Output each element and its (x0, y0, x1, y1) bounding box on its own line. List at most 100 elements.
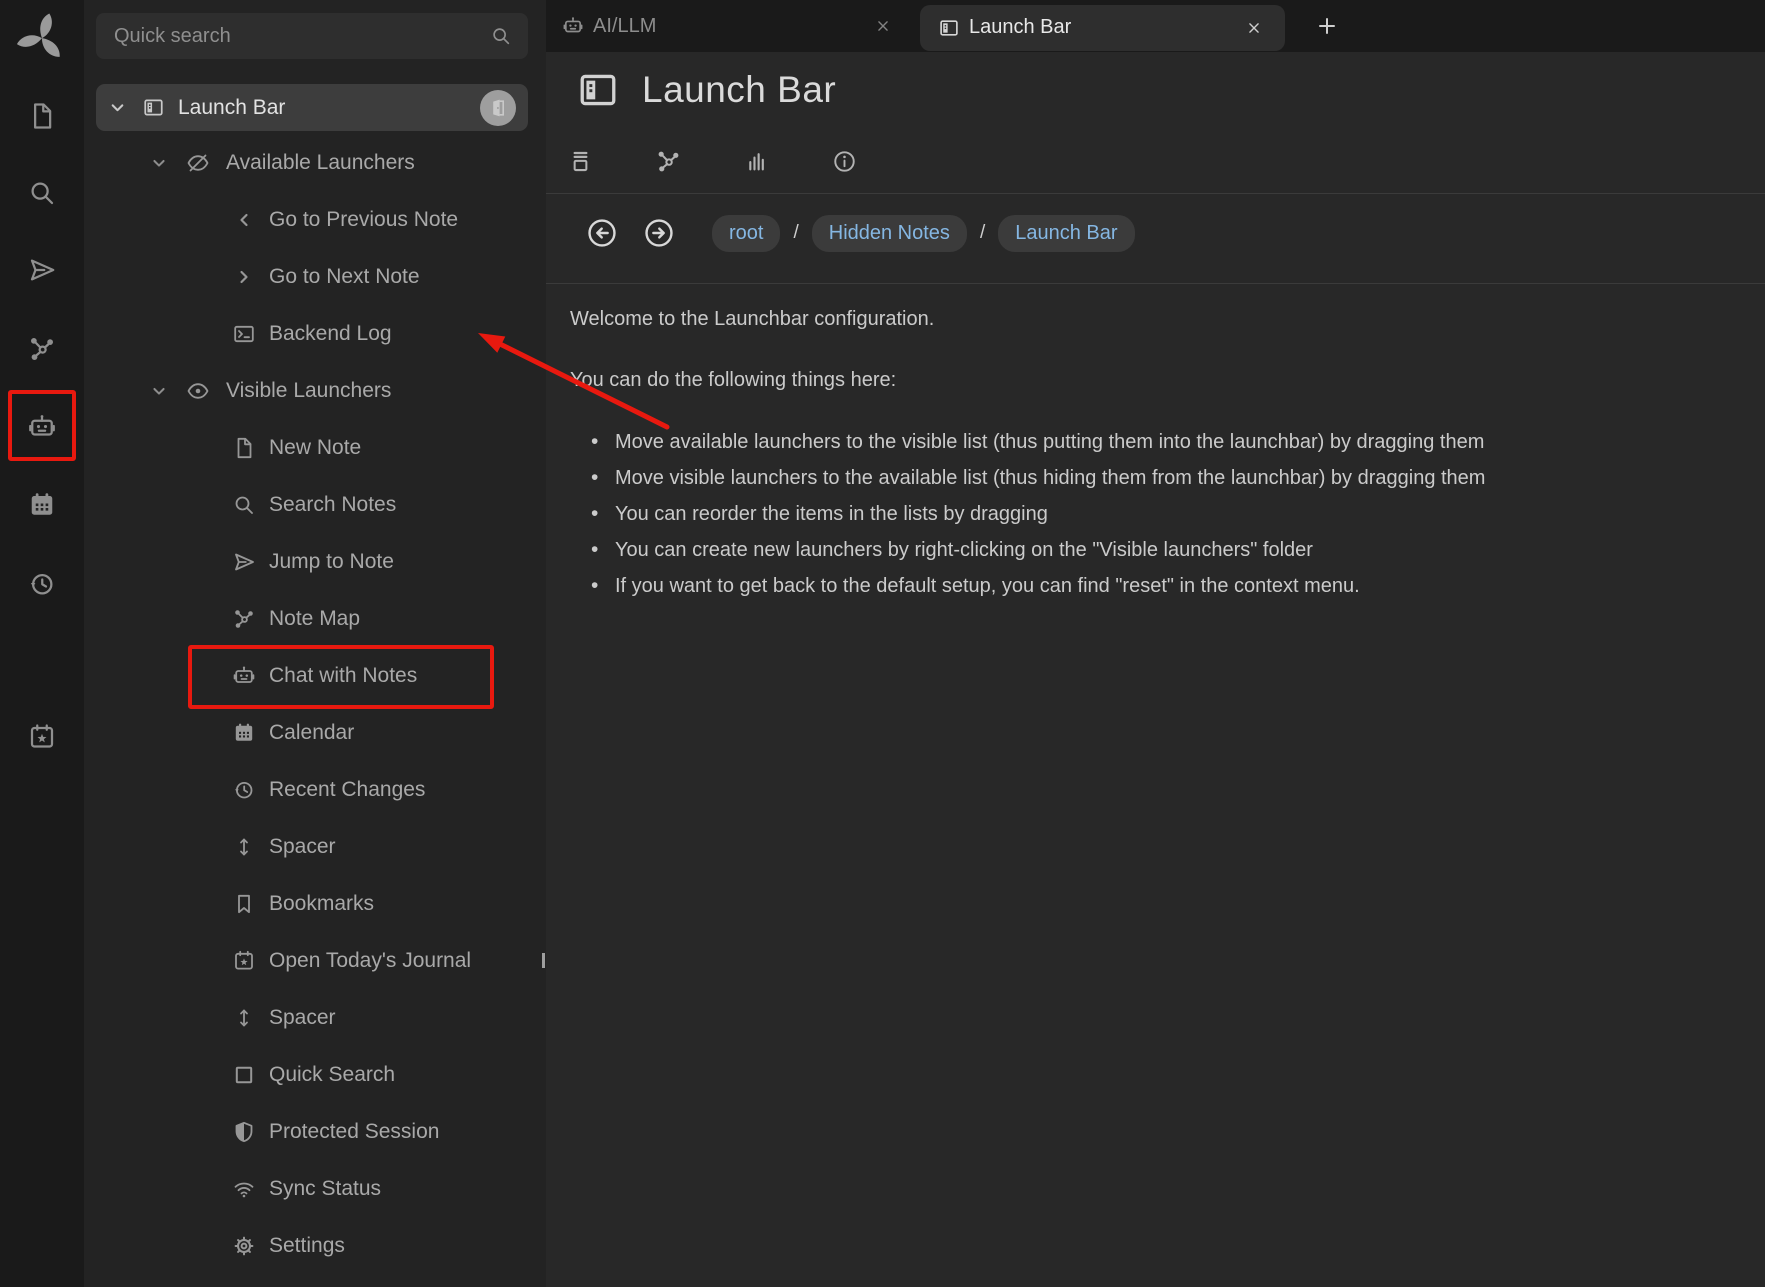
robot-icon (232, 664, 256, 688)
archive-icon (567, 148, 594, 175)
tree-item-label: Jump to Note (269, 550, 394, 574)
tree-item-label: Backend Log (269, 322, 392, 346)
divider (546, 283, 1765, 284)
tree-item-label: Available Launchers (226, 151, 415, 175)
tree-item-label: Recent Changes (269, 778, 425, 802)
launch-bar-icon (576, 68, 620, 112)
chevron-down-icon[interactable] (148, 380, 170, 402)
tab-label: AI/LLM (593, 15, 656, 38)
tree-item-label: Open Today's Journal (269, 949, 471, 973)
eye-icon (186, 379, 210, 403)
tree-item-jump-to-note[interactable]: Jump to Note (84, 533, 546, 590)
tab-launch-bar[interactable]: Launch Bar (920, 5, 1285, 51)
tree-item-new-note[interactable]: New Note (84, 419, 546, 476)
chevron-down-icon[interactable] (106, 96, 129, 119)
launcher-bar (0, 0, 84, 1287)
search-icon (27, 178, 57, 208)
bar-chart-icon (743, 148, 770, 175)
quick-search-input[interactable] (114, 25, 490, 48)
note-map-icon (655, 148, 682, 175)
gear-icon (232, 1234, 256, 1258)
spacer-icon (232, 835, 256, 859)
terminal-icon (232, 322, 256, 346)
tree-item-label: Settings (269, 1234, 345, 1258)
new-tab-button[interactable] (1312, 11, 1342, 41)
launcher-search[interactable] (0, 169, 84, 217)
instructions-list: Move available launchers to the visible … (591, 424, 1485, 604)
instruction-item: If you want to get back to the default s… (591, 568, 1485, 604)
calendar-icon (27, 490, 57, 520)
breadcrumb-separator: / (980, 222, 985, 244)
ribbon-note-map-button[interactable] (634, 144, 722, 178)
launcher-calendar[interactable] (0, 481, 84, 529)
robot-icon (562, 15, 584, 37)
tree-item-search-notes[interactable]: Search Notes (84, 476, 546, 533)
tree-item-visible-launchers[interactable]: Visible Launchers (84, 362, 546, 419)
breadcrumb: root/Hidden Notes/Launch Bar (546, 214, 1135, 252)
launcher-jump-to-note[interactable] (0, 246, 84, 294)
history-back-button[interactable] (585, 216, 619, 250)
trilium-logo-icon (16, 10, 68, 66)
ribbon-archive-button[interactable] (546, 144, 634, 178)
tree-item-label: Search Notes (269, 493, 396, 517)
launcher-recent-changes[interactable] (0, 560, 84, 608)
note-title[interactable]: Launch Bar (642, 69, 836, 111)
tree-item-bookmarks[interactable]: Bookmarks (84, 875, 546, 932)
ribbon-bar-chart-button[interactable] (722, 144, 810, 178)
tab-ai-llm[interactable]: AI/LLM (546, 0, 920, 52)
breadcrumb-launch-bar[interactable]: Launch Bar (998, 215, 1134, 252)
tree-item-label: Spacer (269, 1006, 336, 1030)
tree-item-label: Go to Next Note (269, 265, 420, 289)
tree-item-quick-search[interactable]: Quick Search (84, 1046, 546, 1103)
tree-item-note-map[interactable]: Note Map (84, 590, 546, 647)
tree-item-launch-bar-root[interactable]: Launch Bar (96, 84, 528, 131)
tree-item-backend-log[interactable]: Backend Log (84, 305, 546, 362)
wifi-icon (232, 1177, 256, 1201)
note-tree-sidebar: Launch Bar Available Launchers Go to Prev… (84, 0, 546, 1287)
breadcrumb-root[interactable]: root (712, 215, 780, 252)
launcher-note-map[interactable] (0, 325, 84, 373)
send-icon (27, 255, 57, 285)
tab-close-button[interactable] (874, 17, 892, 35)
file-icon (27, 101, 57, 131)
tab-label: Launch Bar (969, 16, 1071, 39)
tree-item-label: Launch Bar (178, 96, 285, 120)
quick-search-box[interactable] (96, 13, 528, 59)
shield-icon (232, 1120, 256, 1144)
tree-item-spacer[interactable]: Spacer (84, 989, 546, 1046)
tree-item-sync-status[interactable]: Sync Status (84, 1160, 546, 1217)
tree-item-label: Note Map (269, 607, 360, 631)
door-open-icon (486, 96, 510, 120)
file-icon (232, 436, 256, 460)
ribbon-info-button[interactable] (810, 144, 898, 178)
tree-item-available-launchers[interactable]: Available Launchers (84, 134, 546, 191)
plus-icon (1315, 14, 1339, 38)
history-forward-button[interactable] (642, 216, 676, 250)
tab-close-button[interactable] (1245, 19, 1263, 37)
close-icon (1247, 21, 1261, 35)
close-icon (876, 19, 890, 33)
tree-item-go-to-previous-note[interactable]: Go to Previous Note (84, 191, 546, 248)
launcher-chat-with-notes[interactable] (0, 403, 84, 451)
chevron-down-icon[interactable] (148, 152, 170, 174)
calendar-star-icon (232, 949, 256, 973)
instruction-item: You can reorder the items in the lists b… (591, 496, 1485, 532)
tree-item-chat-with-notes[interactable]: Chat with Notes (84, 647, 546, 704)
main-pane: AI/LLM Launch Bar Launch Bar root / Hidden… (546, 0, 1765, 1287)
square-icon (232, 1063, 256, 1087)
note-map-icon (232, 607, 256, 631)
tree-item-calendar[interactable]: Calendar (84, 704, 546, 761)
launcher-new-note[interactable] (0, 92, 84, 140)
history-icon (27, 569, 57, 599)
unhide-button[interactable] (480, 90, 516, 126)
tree-item-spacer[interactable]: Spacer (84, 818, 546, 875)
tree-item-settings[interactable]: Settings (84, 1217, 546, 1274)
launcher-open-todays-journal[interactable] (0, 713, 84, 761)
instruction-item: Move visible launchers to the available … (591, 460, 1485, 496)
calendar-icon (232, 721, 256, 745)
tree-item-protected-session[interactable]: Protected Session (84, 1103, 546, 1160)
tree-item-open-today-s-journal[interactable]: Open Today's Journal (84, 932, 546, 989)
breadcrumb-hidden-notes[interactable]: Hidden Notes (812, 215, 967, 252)
tree-item-recent-changes[interactable]: Recent Changes (84, 761, 546, 818)
tree-item-go-to-next-note[interactable]: Go to Next Note (84, 248, 546, 305)
